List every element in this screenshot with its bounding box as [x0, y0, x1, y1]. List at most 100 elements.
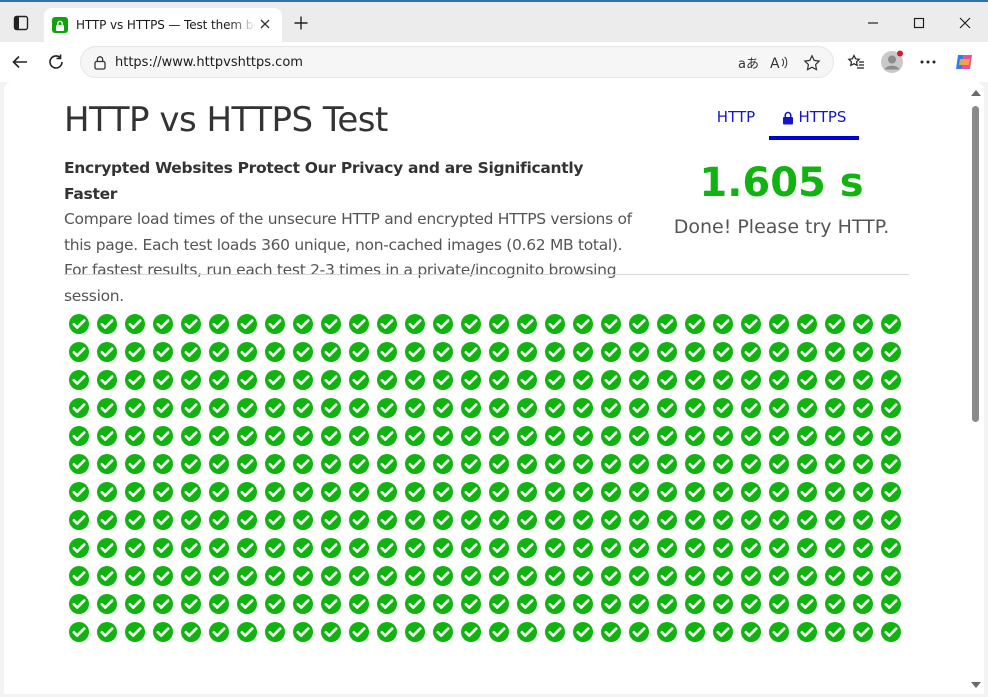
loaded-image-cell — [152, 478, 180, 506]
loaded-image-cell — [432, 534, 460, 562]
check-circle-icon — [405, 622, 425, 642]
check-circle-icon — [153, 398, 173, 418]
loaded-image-cell — [152, 506, 180, 534]
check-circle-icon — [349, 398, 369, 418]
loaded-image-cell — [376, 590, 404, 618]
check-circle-icon — [349, 566, 369, 586]
translate-button[interactable]: aあ — [735, 51, 761, 75]
read-aloud-button[interactable]: A — [767, 51, 793, 75]
scrollbar[interactable] — [970, 86, 982, 692]
plus-icon — [294, 16, 308, 30]
loaded-image-cell — [68, 450, 96, 478]
loaded-image-cell — [96, 310, 124, 338]
check-circle-icon — [713, 370, 733, 390]
check-circle-icon — [881, 454, 901, 474]
loaded-image-cell — [600, 478, 628, 506]
loaded-image-cell — [348, 618, 376, 646]
back-button[interactable] — [4, 46, 36, 78]
check-circle-icon — [461, 566, 481, 586]
loaded-image-cell — [292, 450, 320, 478]
check-circle-icon — [797, 426, 817, 446]
check-circle-icon — [825, 510, 845, 530]
scroll-down-arrow[interactable] — [971, 682, 981, 688]
refresh-button[interactable] — [40, 46, 72, 78]
close-tab-icon[interactable] — [258, 17, 272, 31]
lock-icon[interactable] — [93, 55, 107, 70]
loaded-image-cell — [768, 394, 796, 422]
loaded-image-cell — [796, 618, 824, 646]
tab-https[interactable]: HTTPS — [769, 104, 859, 140]
check-circle-icon — [209, 622, 229, 642]
loaded-image-cell — [264, 310, 292, 338]
check-circle-icon — [265, 342, 285, 362]
check-circle-icon — [685, 426, 705, 446]
minimize-button[interactable] — [850, 4, 896, 42]
check-circle-icon — [321, 342, 341, 362]
loaded-image-cell — [740, 366, 768, 394]
settings-more-button[interactable] — [912, 46, 944, 78]
loaded-image-cell — [292, 310, 320, 338]
check-circle-icon — [741, 454, 761, 474]
loaded-image-cell — [124, 394, 152, 422]
check-circle-icon — [349, 454, 369, 474]
check-circle-icon — [853, 370, 873, 390]
check-circle-icon — [657, 342, 677, 362]
tab-actions-button[interactable] — [8, 10, 34, 36]
check-circle-icon — [265, 482, 285, 502]
new-tab-button[interactable] — [288, 10, 314, 36]
url-text[interactable]: https://www.httpvshttps.com — [115, 55, 303, 70]
loaded-image-cell — [572, 394, 600, 422]
check-circle-icon — [69, 370, 89, 390]
check-circle-icon — [293, 342, 313, 362]
loaded-image-cell — [740, 338, 768, 366]
address-bar[interactable]: https://www.httpvshttps.com aあ A — [80, 46, 834, 78]
browser-tab-active[interactable]: HTTP vs HTTPS — Test them both — [44, 8, 282, 42]
close-icon — [959, 17, 971, 29]
check-circle-icon — [881, 426, 901, 446]
profile-button[interactable] — [876, 46, 908, 78]
check-circle-icon — [153, 482, 173, 502]
check-circle-icon — [545, 622, 565, 642]
loaded-image-cell — [684, 366, 712, 394]
loaded-image-cell — [124, 618, 152, 646]
loaded-image-cell — [796, 366, 824, 394]
tab-http[interactable]: HTTP — [704, 104, 768, 140]
check-circle-icon — [181, 566, 201, 586]
loaded-image-cell — [96, 394, 124, 422]
loaded-image-cell — [740, 310, 768, 338]
check-circle-icon — [601, 398, 621, 418]
favorite-button[interactable] — [799, 51, 825, 75]
check-circle-icon — [405, 342, 425, 362]
loaded-image-cell — [488, 422, 516, 450]
scrollbar-thumb[interactable] — [972, 106, 979, 422]
loaded-image-cell — [740, 618, 768, 646]
favorites-button[interactable] — [840, 46, 872, 78]
loaded-image-cell — [628, 534, 656, 562]
check-circle-icon — [797, 538, 817, 558]
loaded-image-cell — [768, 366, 796, 394]
check-circle-icon — [349, 370, 369, 390]
check-circle-icon — [573, 342, 593, 362]
check-circle-icon — [293, 454, 313, 474]
check-circle-icon — [153, 454, 173, 474]
check-circle-icon — [461, 538, 481, 558]
loaded-image-cell — [348, 366, 376, 394]
loaded-image-cell — [600, 618, 628, 646]
check-circle-icon — [461, 622, 481, 642]
check-circle-icon — [349, 538, 369, 558]
check-circle-icon — [69, 426, 89, 446]
check-circle-icon — [153, 370, 173, 390]
maximize-button[interactable] — [896, 4, 942, 42]
scroll-up-arrow[interactable] — [971, 90, 981, 96]
check-circle-icon — [349, 314, 369, 334]
loaded-image-cell — [740, 450, 768, 478]
check-circle-icon — [293, 426, 313, 446]
copilot-button[interactable] — [948, 46, 980, 78]
check-circle-icon — [629, 426, 649, 446]
check-circle-icon — [825, 314, 845, 334]
check-circle-icon — [237, 594, 257, 614]
loaded-image-cell — [880, 618, 908, 646]
check-circle-icon — [97, 566, 117, 586]
check-circle-icon — [209, 538, 229, 558]
close-window-button[interactable] — [942, 4, 988, 42]
